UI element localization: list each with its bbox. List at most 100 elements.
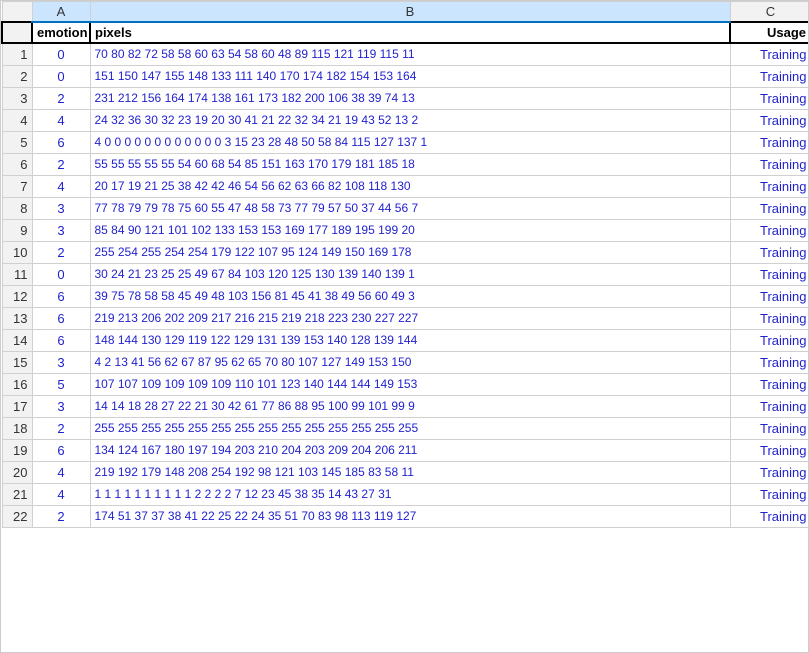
- table-row: 12639 75 78 58 58 45 49 48 103 156 81 45…: [2, 285, 809, 307]
- emotion-cell[interactable]: 6: [32, 439, 90, 461]
- emotion-cell[interactable]: 2: [32, 417, 90, 439]
- table-row: 204219 192 179 148 208 254 192 98 121 10…: [2, 461, 809, 483]
- pixels-cell[interactable]: 151 150 147 155 148 133 111 140 170 174 …: [90, 65, 730, 87]
- table-row: 196134 124 167 180 197 194 203 210 204 2…: [2, 439, 809, 461]
- usage-cell[interactable]: Training: [730, 417, 809, 439]
- pixels-cell[interactable]: 77 78 79 79 78 75 60 55 47 48 58 73 77 7…: [90, 197, 730, 219]
- usage-cell[interactable]: Training: [730, 373, 809, 395]
- row-number: 19: [2, 439, 32, 461]
- usage-cell[interactable]: Training: [730, 241, 809, 263]
- pixels-cell[interactable]: 30 24 21 23 25 25 49 67 84 103 120 125 1…: [90, 263, 730, 285]
- usage-cell[interactable]: Training: [730, 483, 809, 505]
- emotion-cell[interactable]: 3: [32, 351, 90, 373]
- emotion-cell[interactable]: 2: [32, 505, 90, 527]
- row-number: 8: [2, 197, 32, 219]
- usage-cell[interactable]: Training: [730, 351, 809, 373]
- col-b-header[interactable]: B: [90, 2, 730, 23]
- usage-cell[interactable]: Training: [730, 505, 809, 527]
- emotion-cell[interactable]: 0: [32, 43, 90, 65]
- emotion-cell[interactable]: 6: [32, 329, 90, 351]
- emotion-cell[interactable]: 2: [32, 87, 90, 109]
- emotion-cell[interactable]: 2: [32, 241, 90, 263]
- usage-cell[interactable]: Training: [730, 439, 809, 461]
- row-number: 20: [2, 461, 32, 483]
- pixels-cell[interactable]: 20 17 19 21 25 38 42 42 46 54 56 62 63 6…: [90, 175, 730, 197]
- usage-cell[interactable]: Training: [730, 263, 809, 285]
- emotion-cell[interactable]: 6: [32, 307, 90, 329]
- row-number: 21: [2, 483, 32, 505]
- row-number: 11: [2, 263, 32, 285]
- emotion-cell[interactable]: 6: [32, 285, 90, 307]
- col-c-header[interactable]: C: [730, 2, 809, 23]
- pixels-cell[interactable]: 55 55 55 55 55 54 60 68 54 85 151 163 17…: [90, 153, 730, 175]
- emotion-cell[interactable]: 0: [32, 65, 90, 87]
- emotion-cell[interactable]: 2: [32, 153, 90, 175]
- pixels-cell[interactable]: 4 0 0 0 0 0 0 0 0 0 0 0 0 3 15 23 28 48 …: [90, 131, 730, 153]
- row-number: 16: [2, 373, 32, 395]
- emotion-cell[interactable]: 4: [32, 109, 90, 131]
- pixels-cell[interactable]: 107 107 109 109 109 109 110 101 123 140 …: [90, 373, 730, 395]
- usage-cell[interactable]: Training: [730, 65, 809, 87]
- header-row-num: [2, 22, 32, 43]
- table-row: 9385 84 90 121 101 102 133 153 153 169 1…: [2, 219, 809, 241]
- usage-cell[interactable]: Training: [730, 329, 809, 351]
- table-row: 17314 14 18 28 27 22 21 30 42 61 77 86 8…: [2, 395, 809, 417]
- pixels-cell[interactable]: 4 2 13 41 56 62 67 87 95 62 65 70 80 107…: [90, 351, 730, 373]
- pixels-cell[interactable]: 219 192 179 148 208 254 192 98 121 103 1…: [90, 461, 730, 483]
- usage-cell[interactable]: Training: [730, 219, 809, 241]
- emotion-cell[interactable]: 5: [32, 373, 90, 395]
- row-number: 17: [2, 395, 32, 417]
- table-row: 182255 255 255 255 255 255 255 255 255 2…: [2, 417, 809, 439]
- row-number: 10: [2, 241, 32, 263]
- table-row: 11030 24 21 23 25 25 49 67 84 103 120 12…: [2, 263, 809, 285]
- usage-cell[interactable]: Training: [730, 395, 809, 417]
- pixels-cell[interactable]: 39 75 78 58 58 45 49 48 103 156 81 45 41…: [90, 285, 730, 307]
- emotion-cell[interactable]: 6: [32, 131, 90, 153]
- pixels-cell[interactable]: 24 32 36 30 32 23 19 20 30 41 21 22 32 3…: [90, 109, 730, 131]
- usage-cell[interactable]: Training: [730, 153, 809, 175]
- usage-cell[interactable]: Training: [730, 307, 809, 329]
- usage-cell[interactable]: Training: [730, 461, 809, 483]
- pixels-cell[interactable]: 70 80 82 72 58 58 60 63 54 58 60 48 89 1…: [90, 43, 730, 65]
- emotion-cell[interactable]: 3: [32, 197, 90, 219]
- pixels-cell[interactable]: 14 14 18 28 27 22 21 30 42 61 77 86 88 9…: [90, 395, 730, 417]
- row-number: 2: [2, 65, 32, 87]
- pixels-cell[interactable]: 219 213 206 202 209 217 216 215 219 218 …: [90, 307, 730, 329]
- row-number: 1: [2, 43, 32, 65]
- table-row: 20151 150 147 155 148 133 111 140 170 17…: [2, 65, 809, 87]
- usage-cell[interactable]: Training: [730, 87, 809, 109]
- emotion-cell[interactable]: 0: [32, 263, 90, 285]
- row-number: 18: [2, 417, 32, 439]
- emotion-cell[interactable]: 4: [32, 175, 90, 197]
- col-a-header[interactable]: A: [32, 2, 90, 23]
- emotion-cell[interactable]: 3: [32, 395, 90, 417]
- usage-cell[interactable]: Training: [730, 175, 809, 197]
- table-row: 564 0 0 0 0 0 0 0 0 0 0 0 0 3 15 23 28 4…: [2, 131, 809, 153]
- pixels-cell[interactable]: 134 124 167 180 197 194 203 210 204 203 …: [90, 439, 730, 461]
- table-row: 32231 212 156 164 174 138 161 173 182 20…: [2, 87, 809, 109]
- emotion-cell[interactable]: 3: [32, 219, 90, 241]
- pixels-cell[interactable]: 174 51 37 37 38 41 22 25 22 24 35 51 70 …: [90, 505, 730, 527]
- pixels-cell[interactable]: 255 254 255 254 254 179 122 107 95 124 1…: [90, 241, 730, 263]
- column-header-row: A B C: [2, 2, 809, 23]
- usage-cell[interactable]: Training: [730, 197, 809, 219]
- pixels-cell[interactable]: 1 1 1 1 1 1 1 1 1 1 2 2 2 2 7 12 23 45 3…: [90, 483, 730, 505]
- pixels-cell[interactable]: 255 255 255 255 255 255 255 255 255 255 …: [90, 417, 730, 439]
- table-row: 1534 2 13 41 56 62 67 87 95 62 65 70 80 …: [2, 351, 809, 373]
- row-number: 3: [2, 87, 32, 109]
- usage-cell[interactable]: Training: [730, 109, 809, 131]
- table-row: 8377 78 79 79 78 75 60 55 47 48 58 73 77…: [2, 197, 809, 219]
- emotion-cell[interactable]: 4: [32, 483, 90, 505]
- usage-cell[interactable]: Training: [730, 131, 809, 153]
- usage-cell[interactable]: Training: [730, 43, 809, 65]
- pixels-cell[interactable]: 85 84 90 121 101 102 133 153 153 169 177…: [90, 219, 730, 241]
- pixels-cell[interactable]: 148 144 130 129 119 122 129 131 139 153 …: [90, 329, 730, 351]
- usage-cell[interactable]: Training: [730, 285, 809, 307]
- pixels-cell[interactable]: 231 212 156 164 174 138 161 173 182 200 …: [90, 87, 730, 109]
- row-number: 14: [2, 329, 32, 351]
- emotion-header[interactable]: emotion: [32, 22, 90, 43]
- row-number: 7: [2, 175, 32, 197]
- table-row: 2141 1 1 1 1 1 1 1 1 1 2 2 2 2 7 12 23 4…: [2, 483, 809, 505]
- table-row: 7420 17 19 21 25 38 42 42 46 54 56 62 63…: [2, 175, 809, 197]
- emotion-cell[interactable]: 4: [32, 461, 90, 483]
